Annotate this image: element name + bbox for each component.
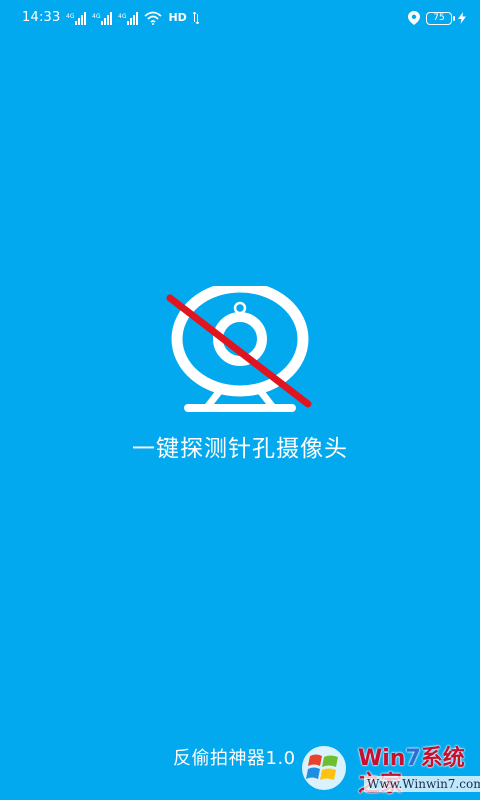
charging-bolt-icon [458,12,466,24]
location-icon [408,11,420,25]
svg-text:4G: 4G [66,13,75,20]
windows-logo-icon [302,746,346,790]
status-right: 75 [408,10,466,26]
signal-strength-icon: 4G [66,12,87,25]
wifi-icon [144,11,163,25]
network-hd-label: HD [168,11,187,24]
battery-indicator: 75 [426,11,455,25]
watermark-url: Www.Winwin7.com [364,776,480,792]
svg-text:4G: 4G [118,13,127,20]
app-version-label: 反偷拍神器1.0 [173,748,296,769]
signal-strength-icon-2: 4G [92,12,113,25]
data-activity-icon [192,12,199,24]
watermark-title-digit: 7 [405,746,421,771]
status-time: 14:33 [22,10,61,25]
watermark-title-prefix: Win [358,746,406,771]
svg-text:4G: 4G [92,13,101,20]
battery-level: 75 [433,12,445,23]
watermark: Win7系统之家 Www.Winwin7.com [298,742,480,800]
signal-strength-icon-3: 4G [118,12,139,25]
no-camera-logo-icon [166,286,312,412]
tagline: 一键探测针孔摄像头 [132,436,348,462]
status-bar: 14:33 4G 4G 4G HD 75 [0,0,480,36]
status-left: 14:33 4G 4G 4G HD [22,10,199,26]
